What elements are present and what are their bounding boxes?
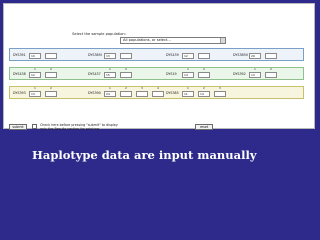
allele-number: 1 [34, 86, 36, 90]
allele-input[interactable] [45, 53, 57, 59]
marker-dys385: DYS385 1 11 2 14 3 [166, 86, 236, 99]
marker-name: DYS439 [166, 53, 179, 57]
allele-input[interactable] [198, 53, 210, 59]
population-select[interactable]: All populations, or select... [120, 37, 226, 44]
submit-button[interactable]: submit [9, 124, 27, 130]
marker-name: DYS391 [13, 53, 26, 57]
allele-input[interactable]: 12 [182, 53, 194, 59]
haplotype-form: Select the sample population: All popula… [3, 3, 315, 131]
marker-row-2: DYS438 1 12 2 DYS437 1 15 2 DYS19 1 14 2 DYS392 1 13 2 [9, 67, 304, 80]
marker-row-1: DYS391 10 DYS389I 13 DYS439 12 DYS389II 29 [9, 48, 304, 61]
allele-input[interactable] [136, 91, 148, 97]
marker-name: DYS389II [233, 53, 248, 57]
allele-input[interactable] [45, 72, 57, 78]
allele-input[interactable] [214, 91, 226, 97]
allele-number: 2 [50, 67, 52, 71]
allele-number: 1 [34, 67, 36, 71]
allele-input[interactable]: 13 [29, 91, 41, 97]
marker-dys438: DYS438 1 12 2 [13, 67, 83, 80]
allele-number: 1 [109, 86, 111, 90]
allele-input[interactable]: 29 [249, 53, 261, 59]
allele-number: 1 [187, 67, 189, 71]
allele-number: 2 [125, 67, 127, 71]
allele-input[interactable] [265, 72, 277, 78]
marker-dys391: DYS391 10 [13, 50, 83, 61]
allele-number: 3 [141, 86, 143, 90]
marker-name: DYS389I [88, 53, 102, 57]
slide-caption: Haplotype data are input manually [32, 148, 257, 162]
marker-name: DYS437 [88, 72, 101, 76]
allele-number: 1 [109, 67, 111, 71]
allele-number: 1 [254, 67, 256, 71]
marker-dys389ii: DYS389II 29 [233, 50, 303, 61]
marker-dys393: DYS393 1 13 2 [13, 86, 83, 99]
allele-input[interactable]: 14 [198, 91, 210, 97]
allele-input[interactable] [152, 91, 164, 97]
marker-name: DYS393 [13, 91, 26, 95]
allele-input[interactable]: 13 [104, 53, 116, 59]
allele-input[interactable]: 15 [104, 72, 116, 78]
marker-dys389i: DYS389I 13 [88, 50, 158, 61]
allele-input[interactable]: 12 [29, 72, 41, 78]
chevron-down-icon [220, 38, 225, 43]
marker-name: DYS385 [166, 91, 179, 95]
allele-input[interactable]: 24 [104, 91, 116, 97]
allele-number: 3 [219, 86, 221, 90]
reset-button[interactable]: reset [195, 124, 213, 130]
allele-input[interactable] [198, 72, 210, 78]
allele-input[interactable] [45, 91, 57, 97]
allele-input[interactable] [120, 53, 132, 59]
allele-number: 2 [270, 67, 272, 71]
allele-input[interactable] [120, 72, 132, 78]
allele-input[interactable]: 11 [182, 91, 194, 97]
marker-name: DYS438 [13, 72, 26, 76]
marker-dys437: DYS437 1 15 2 [88, 67, 158, 80]
marker-dys19: DYS19 1 14 2 [166, 67, 236, 80]
population-select-value: All populations, or select... [123, 38, 171, 42]
allele-number: 2 [125, 86, 127, 90]
allele-number: 1 [187, 86, 189, 90]
allele-input[interactable] [120, 91, 132, 97]
marker-dys439: DYS439 12 [166, 50, 236, 61]
allele-number: 2 [203, 67, 205, 71]
allele-input[interactable]: 14 [182, 72, 194, 78]
allele-input[interactable]: 10 [29, 53, 41, 59]
print-results-label: Check here before pressing "submit" to d… [40, 123, 118, 131]
allele-number: 2 [50, 86, 52, 90]
marker-row-3: DYS393 1 13 2 DYS390 1 24 2 3 4 DYS385 1 11 2 14 3 [9, 86, 304, 99]
marker-dys392: DYS392 1 13 2 [233, 67, 303, 80]
allele-input[interactable]: 13 [249, 72, 261, 78]
marker-name: DYS390 [88, 91, 101, 95]
print-results-checkbox[interactable] [32, 124, 37, 129]
allele-input[interactable] [265, 53, 277, 59]
marker-name: DYS392 [233, 72, 246, 76]
allele-number: 4 [157, 86, 159, 90]
marker-name: DYS19 [166, 72, 177, 76]
marker-dys390: DYS390 1 24 2 3 4 [88, 86, 164, 99]
allele-number: 2 [203, 86, 205, 90]
